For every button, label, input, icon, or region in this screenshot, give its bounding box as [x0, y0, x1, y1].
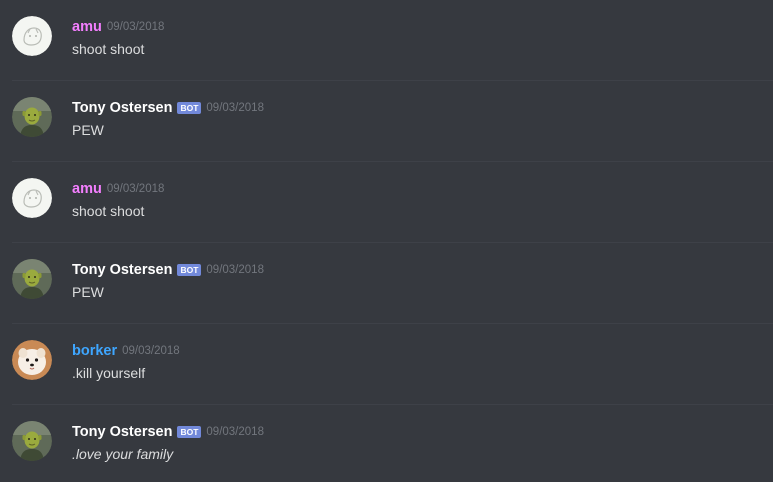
shrek-avatar-icon[interactable] — [12, 421, 52, 461]
shrek-avatar-icon[interactable] — [12, 259, 52, 299]
message-item: amu 09/03/2018 shoot shoot — [0, 162, 773, 243]
username[interactable]: Tony Ostersen — [72, 262, 172, 278]
timestamp: 09/03/2018 — [206, 426, 264, 438]
message-header: amu 09/03/2018 — [72, 180, 164, 198]
bot-tag: BOT — [177, 264, 202, 276]
username[interactable]: borker — [72, 343, 117, 359]
timestamp: 09/03/2018 — [122, 345, 180, 357]
amu-avatar-icon[interactable] — [12, 178, 52, 218]
message-item: Tony Ostersen BOT 09/03/2018 .love your … — [0, 405, 773, 482]
message-item: Tony Ostersen BOT 09/03/2018 PEW — [0, 243, 773, 324]
chat-messages: amu 09/03/2018 shoot shoot Tony Ostersen… — [0, 0, 773, 482]
amu-avatar-icon[interactable] — [12, 16, 52, 56]
message-content: .kill yourself — [72, 365, 146, 381]
message-content: shoot shoot — [72, 41, 145, 57]
timestamp: 09/03/2018 — [106, 183, 165, 195]
message-item: borker 09/03/2018 .kill yourself — [0, 324, 773, 405]
dog-avatar-icon[interactable] — [12, 340, 52, 380]
message-content: PEW — [72, 284, 104, 300]
message-header: Tony Ostersen BOT 09/03/2018 — [72, 261, 264, 279]
shrek-avatar-icon[interactable] — [12, 97, 52, 137]
message-content: PEW — [72, 122, 104, 138]
timestamp: 09/03/2018 — [206, 102, 264, 114]
bot-tag: BOT — [177, 426, 202, 438]
username[interactable]: Tony Ostersen — [72, 424, 172, 440]
message-item: Tony Ostersen BOT 09/03/2018 PEW — [0, 81, 773, 162]
message-header: borker 09/03/2018 — [72, 342, 180, 360]
message-content: .love your family — [72, 446, 174, 462]
message-header: Tony Ostersen BOT 09/03/2018 — [72, 423, 264, 441]
message-header: amu 09/03/2018 — [72, 18, 164, 36]
username[interactable]: amu — [72, 19, 102, 35]
message-content: shoot shoot — [72, 203, 145, 219]
username[interactable]: Tony Ostersen — [72, 100, 172, 116]
username[interactable]: amu — [72, 181, 102, 197]
message-header: Tony Ostersen BOT 09/03/2018 — [72, 99, 264, 117]
message-item: amu 09/03/2018 shoot shoot — [0, 0, 773, 81]
timestamp: 09/03/2018 — [106, 21, 165, 33]
bot-tag: BOT — [177, 102, 202, 114]
timestamp: 09/03/2018 — [206, 264, 264, 276]
